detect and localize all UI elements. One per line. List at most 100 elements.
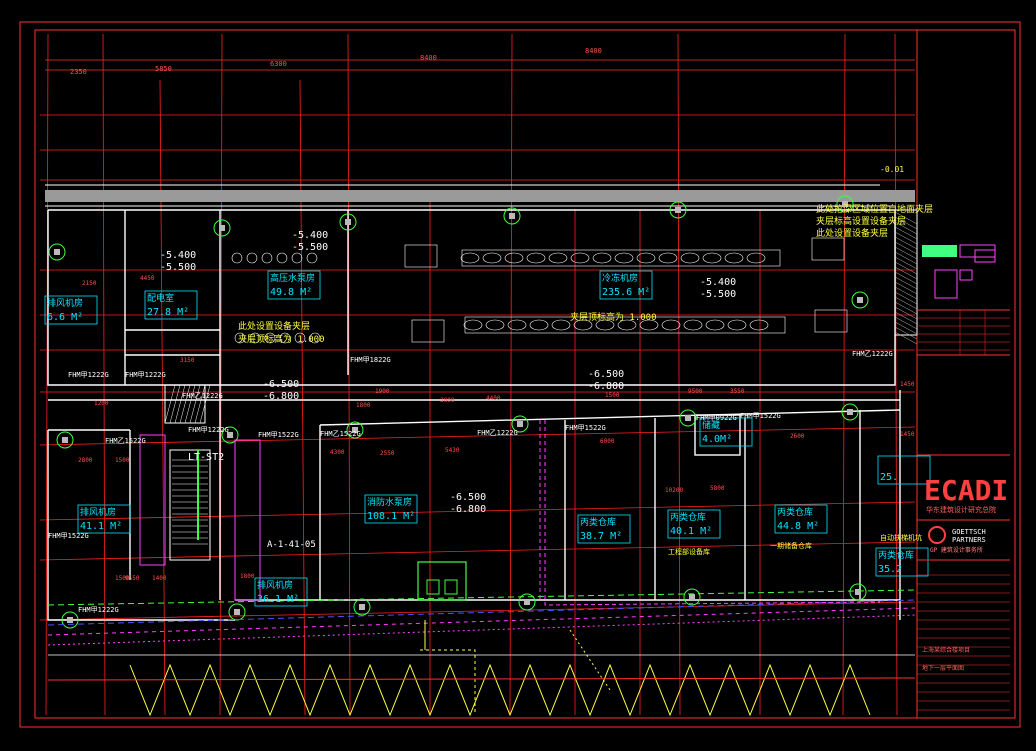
column-core: [359, 604, 365, 610]
hatch-line: [194, 384, 206, 424]
hatch-line: [169, 384, 181, 424]
room-area: 27.8 M²: [147, 307, 189, 318]
column-core: [62, 437, 68, 443]
chiller-unit: [658, 252, 678, 264]
level-6a: -6.500: [450, 492, 486, 503]
column-core: [689, 594, 695, 600]
column-core: [67, 617, 73, 623]
pump-unit: [231, 252, 243, 264]
chiller-unit: [529, 319, 549, 331]
dimension-text: 1450: [900, 431, 915, 438]
chiller-unit: [526, 252, 546, 264]
dimension-text: 5800: [710, 485, 725, 492]
hatch-line: [894, 306, 918, 320]
column-core: [517, 421, 523, 427]
room-label: 丙类仓库 44.8 M²: [774, 504, 828, 534]
hatch-line: [894, 316, 918, 330]
service-lines: [47, 420, 916, 715]
hatch-line: [894, 231, 918, 245]
room-area: 44.8 M²: [777, 521, 819, 532]
pump-unit: [276, 252, 288, 264]
door-label: FHM甲1522G: [258, 431, 299, 439]
dimension-text: 1200: [94, 400, 109, 407]
ecadi-logo-sub: 华东建筑设计研究总院: [926, 505, 996, 514]
grid-axis-h: [39, 601, 916, 621]
room-label: 冷冻机房 235.6 M²: [599, 270, 653, 300]
partner-name-2: PARTNERS: [952, 536, 986, 544]
dimension-text: 9500: [688, 388, 703, 395]
chiller-unit: [746, 252, 766, 264]
dimension-text: 5430: [445, 447, 460, 454]
hatch-line: [894, 321, 918, 335]
gp-logo-icon: [928, 526, 946, 544]
room-area: 25.: [880, 472, 898, 483]
dimension-text: 1500: [115, 457, 130, 464]
key-plan: [922, 244, 996, 299]
pump-unit: [261, 252, 273, 264]
ecadi-logo: ECADI: [924, 474, 1008, 507]
dimension-text: 3150: [180, 357, 195, 364]
door-label: FHM甲1522G: [740, 412, 781, 420]
room-area: 41.1 M²: [80, 521, 122, 532]
hatch-line: [894, 271, 918, 285]
hatch-line: [894, 251, 918, 265]
chiller-unit: [661, 319, 681, 331]
note-1: 此处设置设备夹层: [238, 320, 310, 332]
room-label: 消防水泵房 108.1 M²: [364, 494, 418, 524]
chiller-units: [231, 237, 848, 344]
equipment-box: [417, 561, 467, 601]
chiller-unit: [551, 319, 571, 331]
grid-axis-v: [509, 33, 513, 716]
hatch-line: [894, 236, 918, 250]
column-core: [857, 297, 863, 303]
level-top-right: -0.01: [880, 165, 904, 174]
door-label: FHM甲1222G: [188, 426, 229, 434]
cad-drawing-canvas[interactable]: 2350 5850 6300 8400 8400 排风机房 6.6 M² 配电室…: [0, 0, 1036, 751]
chiller-row-1: [461, 249, 781, 267]
chiller-box: [814, 309, 848, 333]
room-area: 108.1 M²: [367, 511, 415, 522]
hatch-line: [894, 331, 918, 345]
chiller-unit: [680, 252, 700, 264]
room-label: 丙类仓库 38.7 M²: [577, 514, 631, 544]
hatch-line: [184, 384, 196, 424]
door-label: FHM甲0922G: [696, 414, 737, 422]
column-core: [54, 249, 60, 255]
hatch-line: [174, 384, 186, 424]
notes: 此处设置设备夹层 夹层顶标高为 1.000 夹层顶标高为 1.000 此处挖深区…: [238, 203, 933, 556]
room-name: 配电室: [147, 292, 174, 304]
note-4: 此处挖深区域位置自地面夹层: [816, 203, 933, 215]
hatch-line: [894, 301, 918, 315]
chiller-unit: [705, 319, 725, 331]
room-label: 丙类仓库 35.2: [875, 547, 929, 577]
dimension-text: 1400: [152, 575, 167, 582]
room-name: 排风机房: [47, 297, 83, 309]
column-core: [675, 207, 681, 213]
room-name: 排风机房: [257, 579, 293, 591]
hatch-line: [894, 296, 918, 310]
stair-label-2: A-1-41-05: [267, 540, 316, 550]
column-core: [685, 415, 691, 421]
level-1a: -5.400: [160, 250, 196, 261]
chiller-unit: [482, 252, 502, 264]
door-label: FHM甲1222G: [125, 371, 166, 379]
level-2a: -5.400: [292, 230, 328, 241]
room-name: 丙类仓库: [580, 516, 616, 528]
floor-plan-svg[interactable]: 2350 5850 6300 8400 8400 排风机房6.6 M²配电室27…: [0, 0, 1036, 751]
room-area: 36.1 M²: [257, 594, 299, 605]
column-core: [234, 609, 240, 615]
column-core: [509, 213, 515, 219]
level-3a: -5.400: [700, 277, 736, 288]
chiller-unit: [683, 319, 703, 331]
stair-label: LT-ST2: [188, 452, 224, 463]
door-label: FHM乙1222G: [852, 350, 893, 358]
slope-zigzag: [129, 663, 871, 717]
room-area: 4.0M²: [702, 434, 732, 445]
column-core: [219, 225, 225, 231]
hatch-line: [894, 226, 918, 240]
hatch-line: [894, 326, 918, 340]
chiller-unit: [460, 252, 480, 264]
grid-axis-extra: [299, 79, 306, 716]
hatch-line: [894, 246, 918, 260]
room-area: 38.7 M²: [580, 531, 622, 542]
